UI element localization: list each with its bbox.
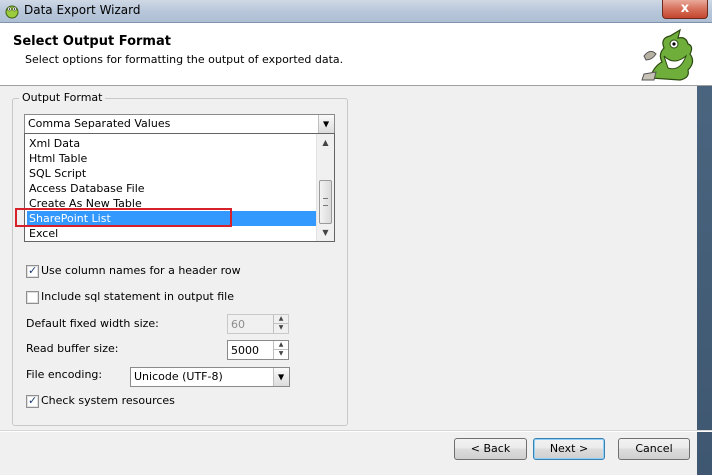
annotation-highlight-box: [15, 208, 232, 227]
window-title: Data Export Wizard: [24, 3, 141, 17]
next-button[interactable]: Next >: [533, 438, 605, 460]
list-item-sql[interactable]: SQL Script: [27, 166, 319, 181]
scroll-thumb[interactable]: [319, 180, 332, 224]
list-item-access[interactable]: Access Database File: [27, 181, 319, 196]
list-scrollbar[interactable]: ▲ ▼: [316, 134, 334, 241]
output-format-selected: Comma Separated Values: [28, 117, 171, 130]
spin-down-icon: ▼: [274, 323, 288, 332]
checkbox-box[interactable]: ✓: [26, 394, 39, 408]
spin-up-icon: ▲: [278, 315, 284, 322]
page-subtitle: Select options for formatting the output…: [25, 53, 344, 66]
checkmark-icon: ✓: [28, 394, 38, 407]
checkbox-box[interactable]: [26, 291, 39, 304]
back-button[interactable]: < Back: [454, 438, 527, 460]
list-item-html[interactable]: Html Table: [27, 151, 319, 166]
close-button[interactable]: x: [662, 0, 708, 19]
fixed-width-label: Default fixed width size:: [26, 317, 159, 330]
wizard-header: Select Output Format Select options for …: [0, 23, 712, 86]
read-buffer-label: Read buffer size:: [26, 342, 119, 355]
title-bar: Data Export Wizard x: [0, 0, 712, 23]
use-column-names-label: Use column names for a header row: [41, 264, 241, 277]
frog-mascot-icon: [641, 28, 694, 81]
list-item-excel[interactable]: Excel: [27, 226, 319, 241]
scroll-down-icon[interactable]: ▼: [317, 224, 334, 241]
cancel-button[interactable]: Cancel: [618, 438, 690, 460]
read-buffer-value: 5000: [231, 344, 259, 357]
footer-divider: [0, 430, 712, 432]
output-format-dropdown[interactable]: Comma Separated Values ▼: [24, 114, 335, 134]
include-sql-label: Include sql statement in output file: [41, 290, 234, 303]
file-encoding-dropdown[interactable]: Unicode (UTF-8) ▼: [130, 367, 290, 387]
check-system-resources-label: Check system resources: [41, 394, 175, 407]
page-title: Select Output Format: [13, 34, 171, 49]
output-format-group-label: Output Format: [19, 91, 106, 104]
fixed-width-spinner: 60 ▲ ▼: [227, 314, 289, 334]
dropdown-arrow-icon[interactable]: ▼: [273, 368, 289, 386]
fixed-width-value: 60: [231, 318, 245, 331]
spin-up-icon[interactable]: ▲: [274, 341, 288, 349]
file-encoding-value: Unicode (UTF-8): [134, 370, 223, 383]
checkmark-icon: ✓: [28, 264, 38, 277]
spin-down-icon[interactable]: ▼: [274, 349, 288, 358]
list-item-xml[interactable]: Xml Data: [27, 136, 319, 151]
scroll-up-icon[interactable]: ▲: [317, 134, 334, 151]
checkbox-box[interactable]: ✓: [26, 264, 39, 278]
read-buffer-spinner[interactable]: 5000 ▲ ▼: [227, 340, 289, 360]
file-encoding-label: File encoding:: [26, 368, 103, 381]
dropdown-arrow-icon[interactable]: ▼: [318, 115, 334, 133]
app-frog-icon: [5, 5, 19, 19]
